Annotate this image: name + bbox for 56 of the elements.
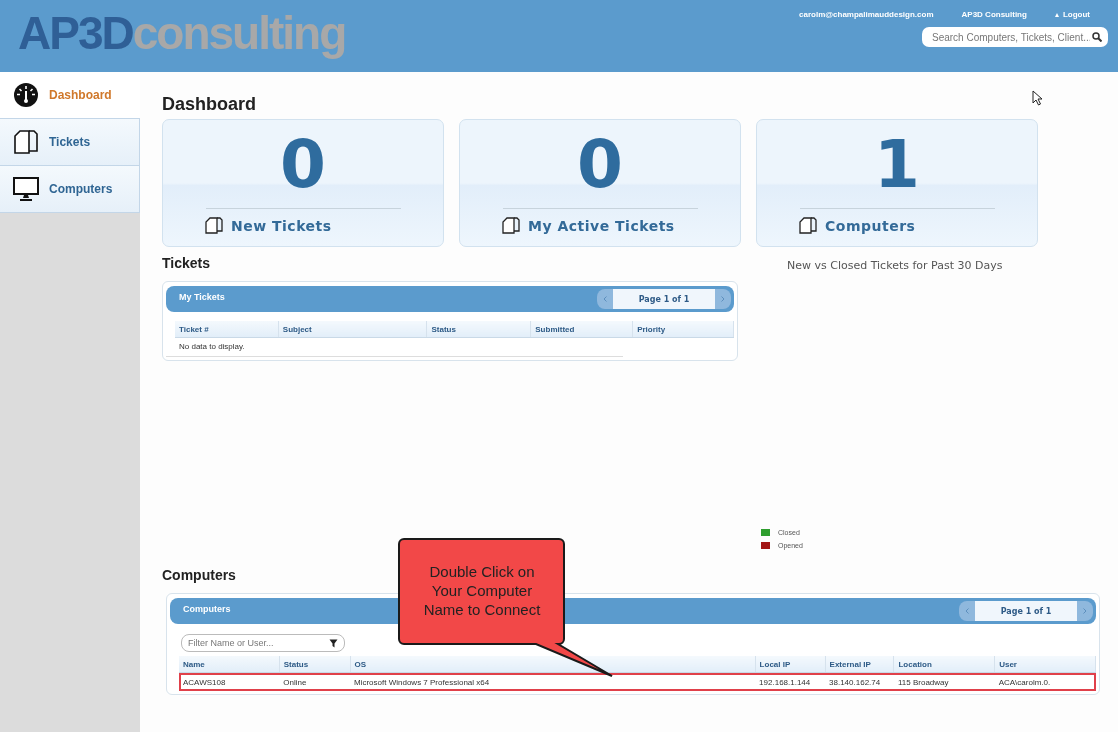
table-cell: ACAWS108	[179, 672, 280, 691]
documents-icon	[13, 129, 39, 155]
stat-value: 0	[577, 132, 623, 205]
column-header[interactable]: External IP	[825, 656, 894, 673]
page-indicator: Page 1 of 1	[613, 289, 715, 309]
page-title: Dashboard	[162, 94, 257, 115]
filter-field[interactable]: Filter Name or User...	[186, 635, 329, 651]
column-header[interactable]: Local IP	[755, 656, 826, 673]
filter-icon	[329, 638, 338, 648]
logo-initials: AP3D	[18, 10, 133, 61]
table-cell: 115 Broadway	[894, 672, 995, 691]
sidebar-item[interactable]: Tickets	[0, 119, 140, 166]
documents-icon	[502, 217, 520, 234]
chevron-right-icon	[721, 296, 725, 302]
callout-text: Double Click on Your Computer Name to Connect	[422, 562, 542, 619]
table-cell: 192.168.1.144	[755, 672, 826, 691]
column-header[interactable]: Name	[179, 656, 280, 673]
column-header[interactable]: OS	[350, 656, 756, 673]
documents-icon	[205, 217, 223, 234]
stat-label: New Tickets	[231, 217, 332, 234]
table-cell: Online	[279, 672, 350, 691]
caret-icon	[1054, 12, 1059, 17]
column-header[interactable]: Submitted	[530, 321, 633, 338]
grid-title: Computers	[183, 603, 231, 614]
sidebar-item[interactable]: Computers	[0, 166, 140, 213]
documents-icon	[799, 217, 817, 234]
monitor-icon	[13, 177, 39, 201]
chevron-left-icon	[603, 296, 607, 302]
chevron-left-icon	[965, 608, 969, 614]
page-indicator: Page 1 of 1	[975, 601, 1077, 621]
stat-value: 1	[874, 132, 920, 205]
section-heading: Computers	[162, 567, 236, 583]
mouse-pointer-icon	[1032, 90, 1044, 106]
filter-box[interactable]: Filter Name or User...	[181, 634, 345, 652]
chart-title: New vs Closed Tickets for Past 30 Days	[787, 259, 1004, 272]
column-header[interactable]: Status	[427, 321, 531, 338]
table-cell: Microsoft Windows 7 Professional x64	[350, 672, 756, 691]
column-header[interactable]: Subject	[278, 321, 427, 338]
table-cell: ACA\carolm.0.	[994, 672, 1096, 691]
column-header[interactable]: Priority	[632, 321, 734, 338]
empty-message: No data to display.	[166, 338, 623, 357]
table-cell: 38.140.162.74	[825, 672, 894, 691]
stat-value: 0	[280, 132, 326, 205]
section-heading: Tickets	[162, 255, 210, 271]
stat-label: Computers	[825, 217, 916, 234]
logo-word: consulting	[132, 10, 346, 61]
grid-title: My Tickets	[179, 291, 225, 302]
column-header[interactable]: Ticket #	[175, 321, 279, 338]
table-row[interactable]: ACAWS108 Online Microsoft Windows 7 Professional x64 192.168.1.144 38.140.162.74 115 Broadway ACA\carolm.0.	[179, 672, 1096, 691]
search-icon	[1092, 32, 1102, 42]
column-header[interactable]: User	[994, 656, 1096, 673]
gauge-icon	[13, 82, 39, 108]
stat-label: My Active Tickets	[528, 217, 675, 234]
column-header[interactable]: Location	[894, 656, 995, 673]
chevron-right-icon	[1083, 608, 1087, 614]
column-header[interactable]: Status	[279, 656, 350, 673]
